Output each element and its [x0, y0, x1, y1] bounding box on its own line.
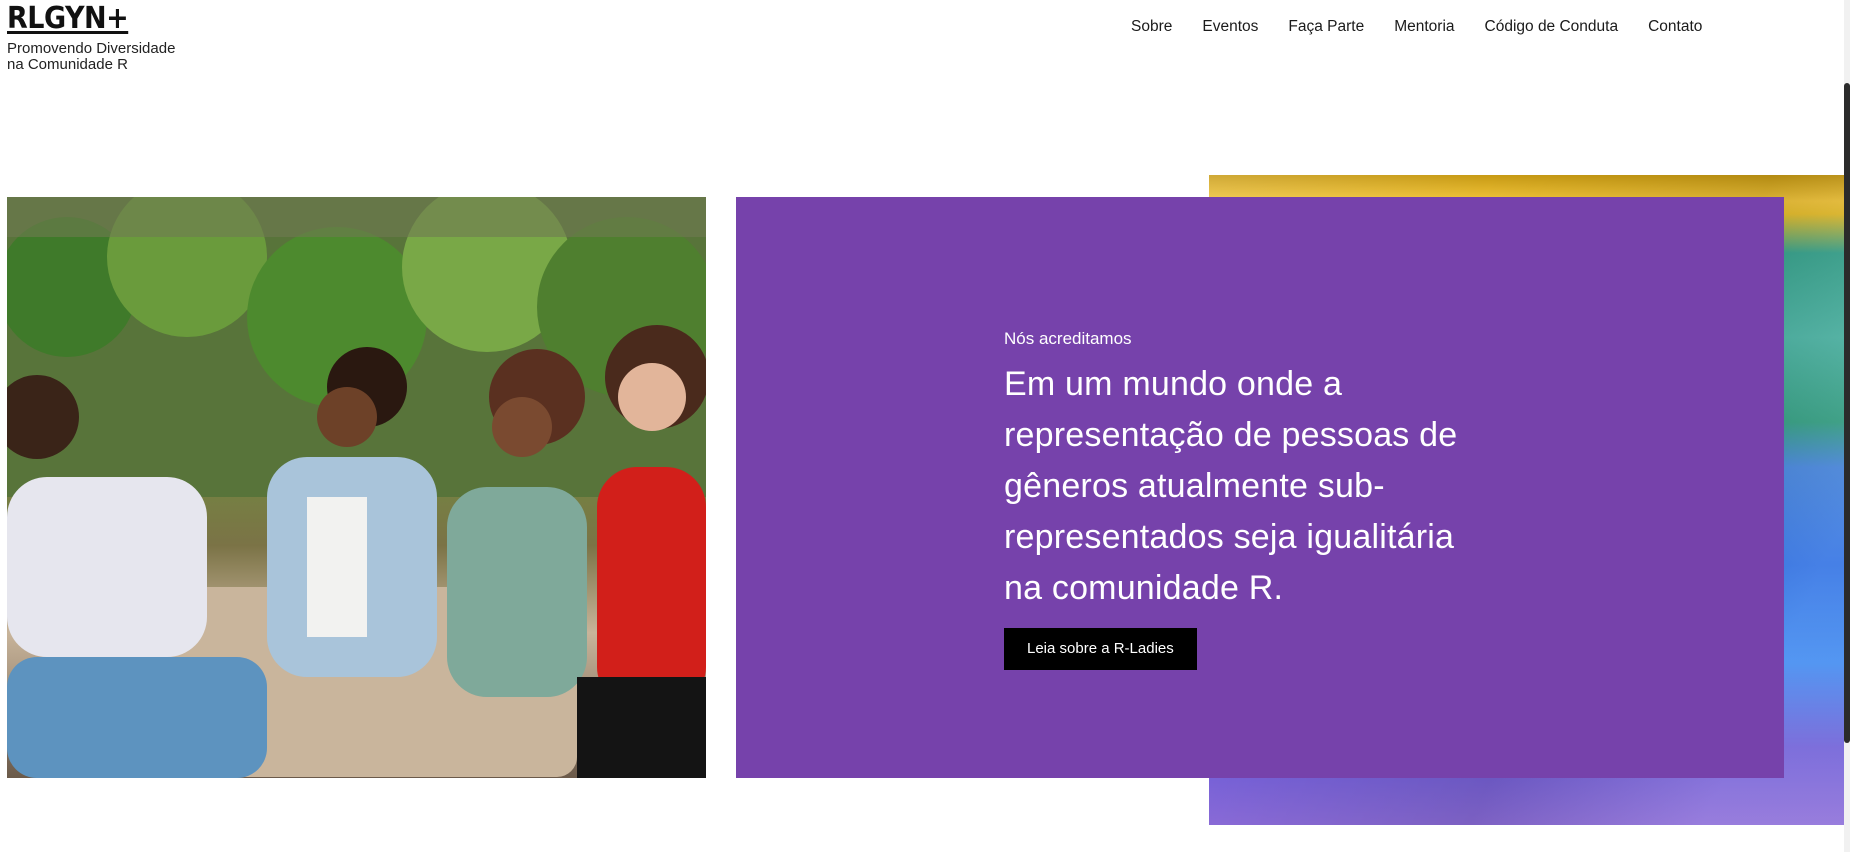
scrollbar-thumb[interactable]: [1844, 83, 1850, 743]
page-scrollbar[interactable]: [1844, 0, 1850, 852]
hero-photo: [7, 197, 706, 778]
belief-eyebrow: Nós acreditamos: [1004, 329, 1132, 348]
nav-item-sobre[interactable]: Sobre: [1131, 16, 1172, 38]
nav-item-eventos[interactable]: Eventos: [1202, 16, 1258, 38]
brand: RLGYN+ Promovendo Diversidade na Comunid…: [7, 0, 207, 73]
nav-item-codigo-de-conduta[interactable]: Código de Conduta: [1485, 16, 1619, 38]
nav-item-mentoria[interactable]: Mentoria: [1394, 16, 1454, 38]
nav-item-contato[interactable]: Contato: [1648, 16, 1702, 38]
tagline-line-1: Promovendo Diversidade: [7, 40, 176, 57]
belief-content: Nós acreditamos Em um mundo onde a repre…: [1004, 327, 1484, 670]
nav-item-faca-parte[interactable]: Faça Parte: [1288, 16, 1364, 38]
group-of-women-photo: [7, 197, 706, 778]
site-logo[interactable]: RLGYN+: [7, 0, 129, 38]
belief-panel: Nós acreditamos Em um mundo onde a repre…: [736, 197, 1784, 778]
read-about-rladies-button[interactable]: Leia sobre a R-Ladies: [1004, 628, 1197, 670]
tagline-line-2: na Comunidade R: [7, 56, 128, 73]
main-nav: Sobre Eventos Faça Parte Mentoria Código…: [1131, 16, 1732, 38]
belief-headline: Em um mundo onde a representação de pess…: [1004, 365, 1458, 607]
site-tagline: Promovendo Diversidade na Comunidade R: [7, 41, 207, 73]
